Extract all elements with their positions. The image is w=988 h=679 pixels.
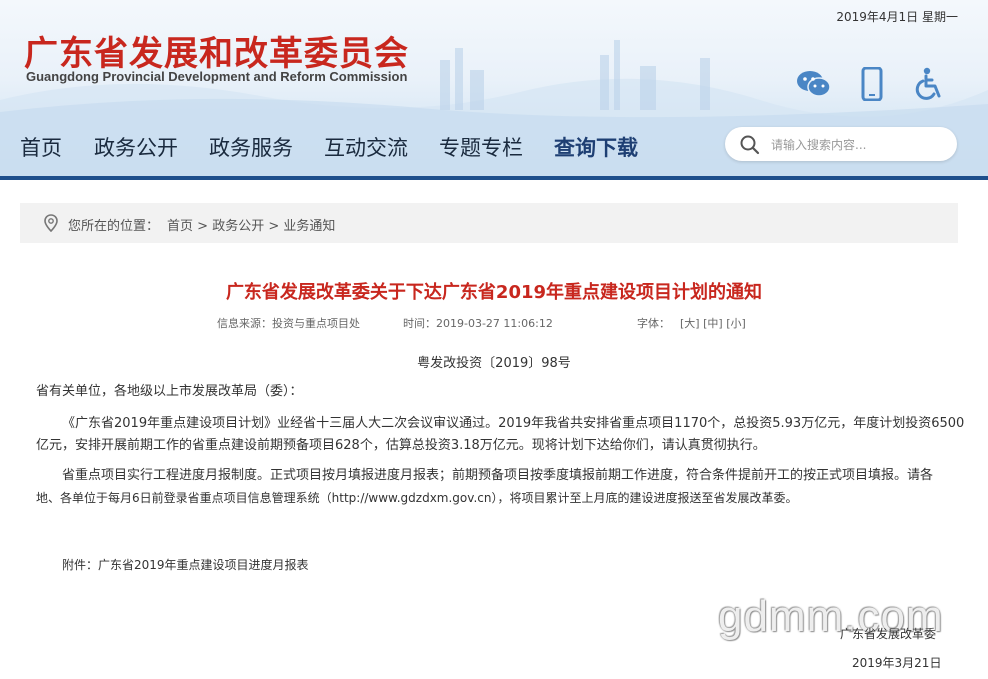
location-pin-icon [44,214,58,232]
font-label: 字体： [637,317,670,330]
time-value: 2019-03-27 11:06:12 [436,317,553,330]
search-box[interactable]: 请输入搜索内容... [725,127,957,161]
breadcrumb-item-home[interactable]: 首页 [167,219,193,234]
source-value: 投资与重点项目处 [272,317,360,330]
site-logo-chinese[interactable]: 广东省发展和改革委员会 [24,26,409,75]
breadcrumb: 您所在的位置： 首页 > 政务公开 > 业务通知 [20,203,958,243]
search-icon[interactable] [739,134,761,156]
signer: 广东省发展改革委 [840,627,937,641]
breadcrumb-item-government-affairs[interactable]: 政务公开 [212,219,264,234]
paragraph-2-line-2: 地、各单位于每月6日前登录省重点项目信息管理系统（http://www.gdzd… [36,491,798,505]
font-size-large[interactable]: [大] [680,317,700,330]
nav-special-topics[interactable]: 专题专栏 [439,132,523,162]
current-date: 2019年4月1日 星期一 [836,10,958,24]
paragraph-1-line-2: 亿元，安排开展前期工作的省重点建设前期预备项目628个，估算总投资3.18万亿元… [36,438,766,453]
paragraph-1-line-1: 《广东省2019年重点建设项目计划》业经省十三届人大二次会议审议通过。2019年… [62,416,965,431]
font-size-small[interactable]: [小] [726,317,746,330]
mobile-icon[interactable] [854,66,890,102]
font-size-medium[interactable]: [中] [703,317,723,330]
breadcrumb-item-business-notice[interactable]: 业务通知 [283,219,335,234]
sign-date: 2019年3月21日 [852,656,942,670]
salutation: 省有关单位，各地级以上市发展改革局（委）： [36,384,303,399]
accessibility-icon[interactable] [912,66,948,102]
nav-interaction[interactable]: 互动交流 [324,132,408,162]
source-label: 信息来源： [217,317,272,330]
wechat-icon[interactable] [796,66,832,102]
nav-government-affairs[interactable]: 政务公开 [94,132,178,162]
header-tools [796,66,948,102]
time-label: 时间： [403,317,436,330]
article-title: 广东省发展改革委关于下达广东省2019年重点建设项目计划的通知 [225,282,763,303]
article-time: 时间：2019-03-27 11:06:12 [403,315,553,331]
nav-query-download[interactable]: 查询下载 [554,132,638,162]
document-number: 粤发改投资〔2019〕98号 [417,356,571,371]
nav-home[interactable]: 首页 [20,132,62,162]
attachment-link[interactable]: 附件：广东省2019年重点建设项目进度月报表 [62,553,309,577]
breadcrumb-separator: > [193,219,213,234]
header-divider [0,176,988,180]
nav-government-services[interactable]: 政务服务 [209,132,293,162]
breadcrumb-separator: > [264,219,284,234]
paragraph-2-line-1: 省重点项目实行工程进度月报制度。正式项目按月填报进度月报表；前期预备项目按季度填… [62,468,934,483]
font-size-switcher: 字体： [大] [中] [小] [637,315,746,331]
search-input[interactable]: 请输入搜索内容... [771,136,866,153]
site-logo-english[interactable]: Guangdong Provincial Development and Ref… [26,69,407,84]
breadcrumb-prefix: 您所在的位置： [68,219,160,234]
article-source: 信息来源：投资与重点项目处 [217,315,360,331]
